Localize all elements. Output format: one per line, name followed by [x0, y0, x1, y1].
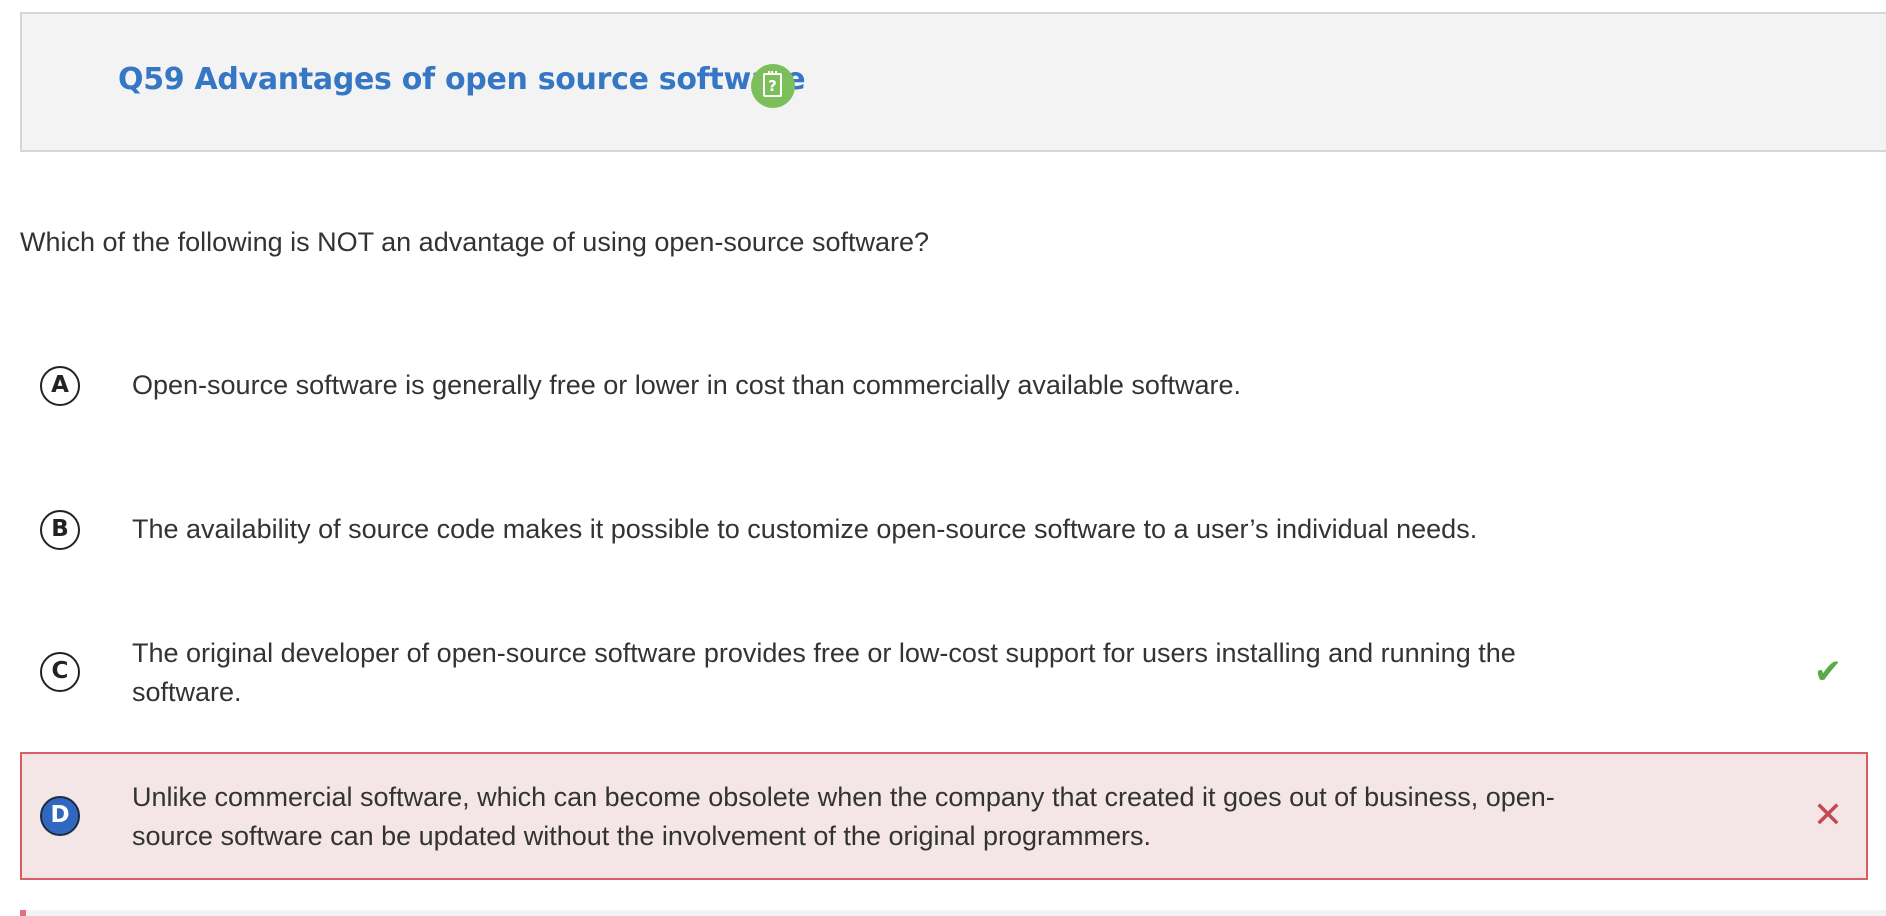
option-letter-badge[interactable]: D	[40, 796, 80, 836]
option-text: Open-source software is generally free o…	[132, 370, 1241, 400]
question-sheet-icon[interactable]: ?	[751, 64, 795, 108]
divider	[20, 910, 1886, 916]
answer-option-a[interactable]: A Open-source software is generally free…	[20, 350, 1868, 422]
answer-option-c[interactable]: C The original developer of open-source …	[20, 632, 1868, 720]
cross-icon: ✕	[1812, 795, 1844, 836]
option-letter-badge[interactable]: B	[40, 510, 80, 550]
option-text: Unlike commercial software, which can be…	[132, 782, 1555, 851]
question-title: Q59 Advantages of open source software	[118, 62, 806, 97]
question-mark: ?	[768, 77, 777, 95]
answer-option-b[interactable]: B The availability of source code makes …	[20, 494, 1868, 566]
checkmark-icon: ✔	[1813, 652, 1843, 692]
answer-option-d[interactable]: D Unlike commercial software, which can …	[20, 752, 1868, 880]
option-text: The original developer of open-source so…	[132, 638, 1516, 707]
option-letter-badge[interactable]: C	[40, 652, 80, 692]
sheet-shape: ?	[763, 71, 782, 97]
question-text: Which of the following is NOT an advanta…	[20, 227, 930, 257]
question-header: Q59 Advantages of open source software ?	[20, 12, 1886, 152]
option-text: The availability of source code makes it…	[132, 514, 1478, 544]
option-letter-badge[interactable]: A	[40, 366, 80, 406]
